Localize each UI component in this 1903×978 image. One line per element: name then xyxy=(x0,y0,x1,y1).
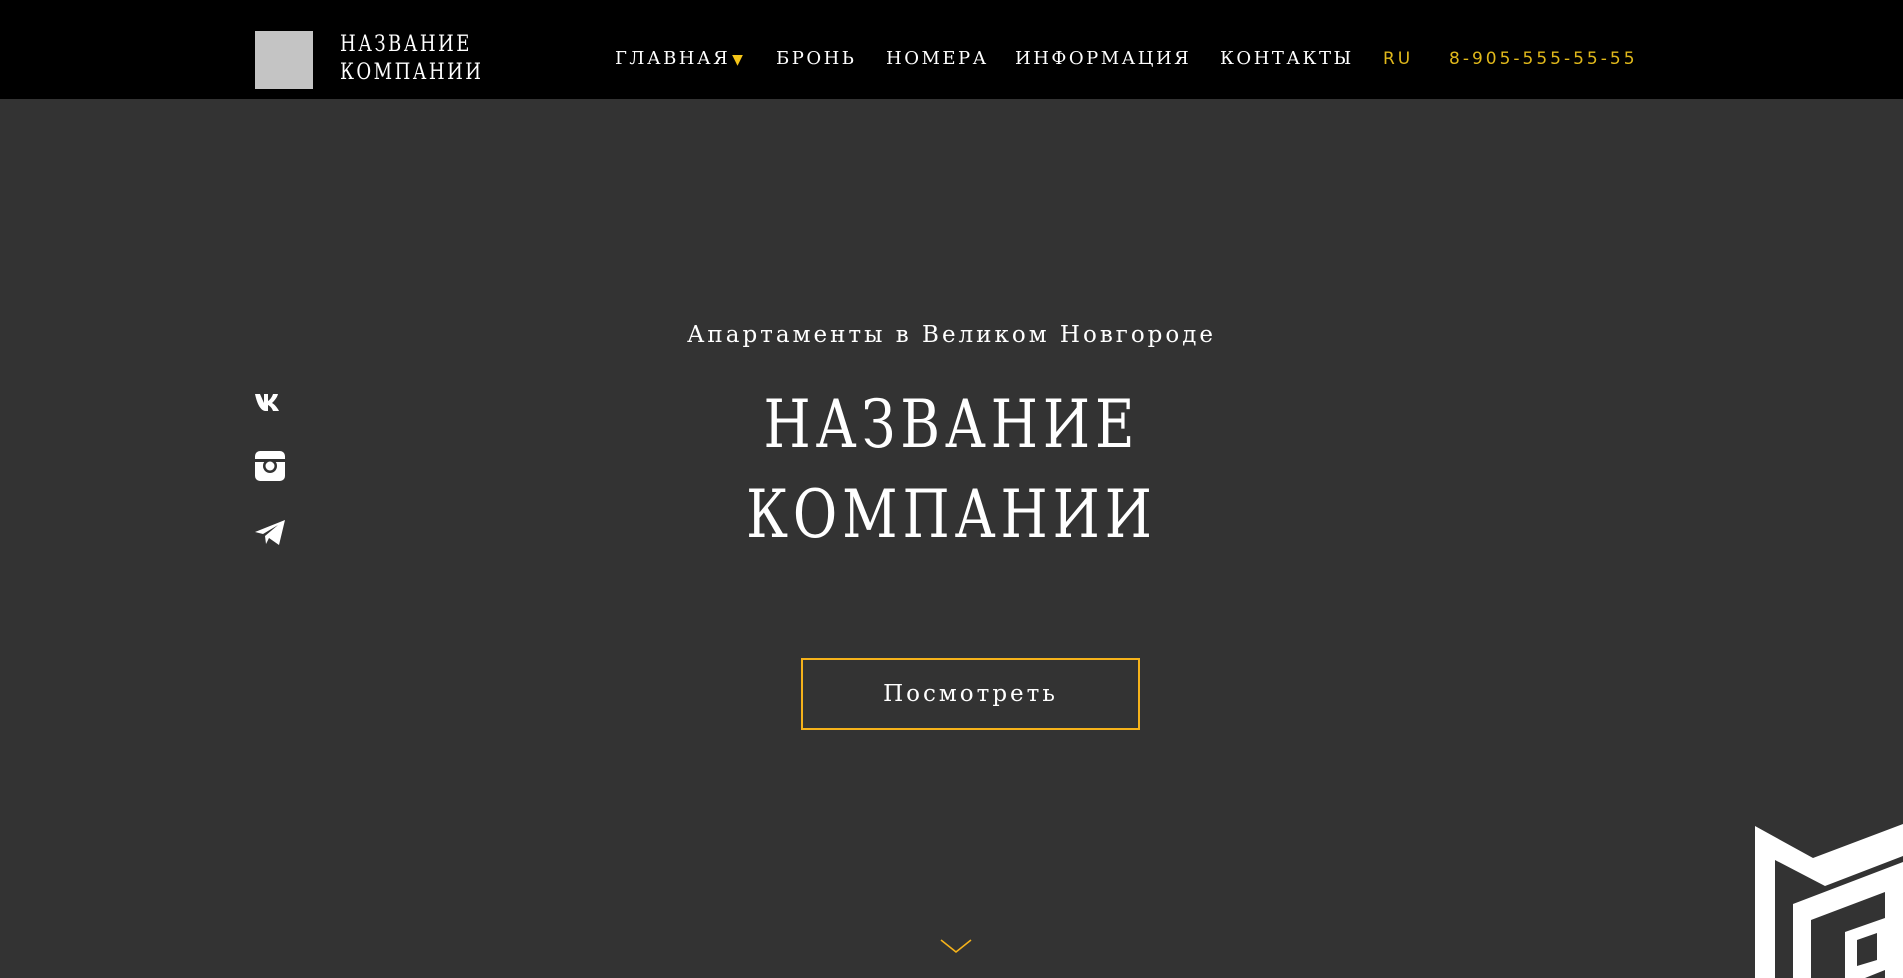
hero-title-line-2: КОМПАНИИ xyxy=(746,476,1157,553)
nav-item-rooms[interactable]: НОМЕРА xyxy=(886,48,989,69)
nav-item-label: БРОНЬ xyxy=(776,48,857,69)
view-button[interactable]: Посмотреть xyxy=(801,658,1140,730)
hero-subtitle: Апартаменты в Великом Новгороде xyxy=(686,322,1217,348)
phone-link[interactable]: 8-905-555-55-55 xyxy=(1449,49,1638,69)
nav-item-info[interactable]: ИНФОРМАЦИЯ xyxy=(1015,48,1191,69)
hero-title-line-1: НАЗВАНИЕ xyxy=(763,386,1140,463)
nav-item-label: КОНТАКТЫ xyxy=(1220,48,1354,69)
brand-mark-icon xyxy=(1755,824,1903,978)
nav-item-home[interactable]: ГЛАВНАЯ ▼ xyxy=(615,48,745,69)
language-switch[interactable]: RU xyxy=(1383,49,1413,69)
nav-item-booking[interactable]: БРОНЬ xyxy=(776,48,856,69)
scroll-down-button[interactable] xyxy=(940,938,972,956)
main-nav: ГЛАВНАЯ ▼ БРОНЬ НОМЕРА ИНФОРМАЦИЯ КОНТАКТ… xyxy=(0,48,1903,72)
nav-item-label: НОМЕРА xyxy=(886,48,989,69)
hero-title: НАЗВАНИЕ КОМПАНИИ xyxy=(0,380,1903,560)
caret-down-icon: ▼ xyxy=(732,52,746,68)
site-header: НАЗВАНИЕ КОМПАНИИ ГЛАВНАЯ ▼ БРОНЬ НОМЕРА … xyxy=(0,0,1903,99)
nav-item-label: ГЛАВНАЯ xyxy=(615,48,731,69)
nav-item-label: ИНФОРМАЦИЯ xyxy=(1015,48,1192,69)
chevron-down-icon xyxy=(940,939,972,954)
nav-item-contacts[interactable]: КОНТАКТЫ xyxy=(1220,48,1354,69)
